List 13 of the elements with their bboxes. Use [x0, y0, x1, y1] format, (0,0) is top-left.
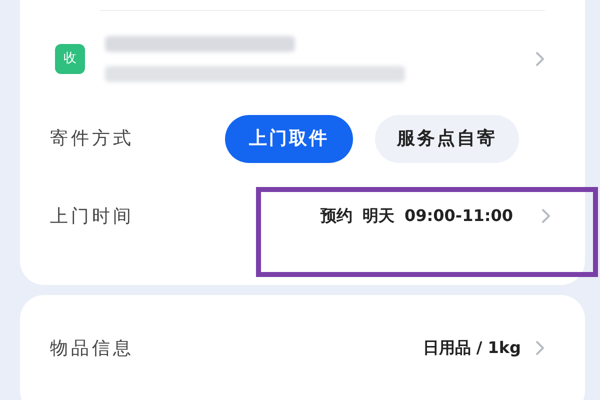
pickup-time-value: 预约 — [320, 205, 352, 227]
field-label: 上门时间 — [50, 204, 135, 228]
chevron-right-icon — [535, 50, 545, 66]
field-label: 寄件方式 — [50, 127, 135, 151]
field-label: 物品信息 — [50, 336, 135, 360]
chevron-right-icon — [541, 208, 551, 224]
chevron-right-icon — [535, 340, 545, 356]
pickup-time-value: 09:00-11:00 — [404, 205, 513, 227]
pickup-time-value: 明天 — [362, 205, 394, 227]
item-info-value: 日用品 / 1kg — [422, 337, 521, 359]
receiver-badge: 收 — [55, 44, 85, 74]
method-option[interactable]: 上门取件 — [225, 114, 353, 162]
method-option[interactable]: 服务点自寄 — [375, 114, 519, 162]
